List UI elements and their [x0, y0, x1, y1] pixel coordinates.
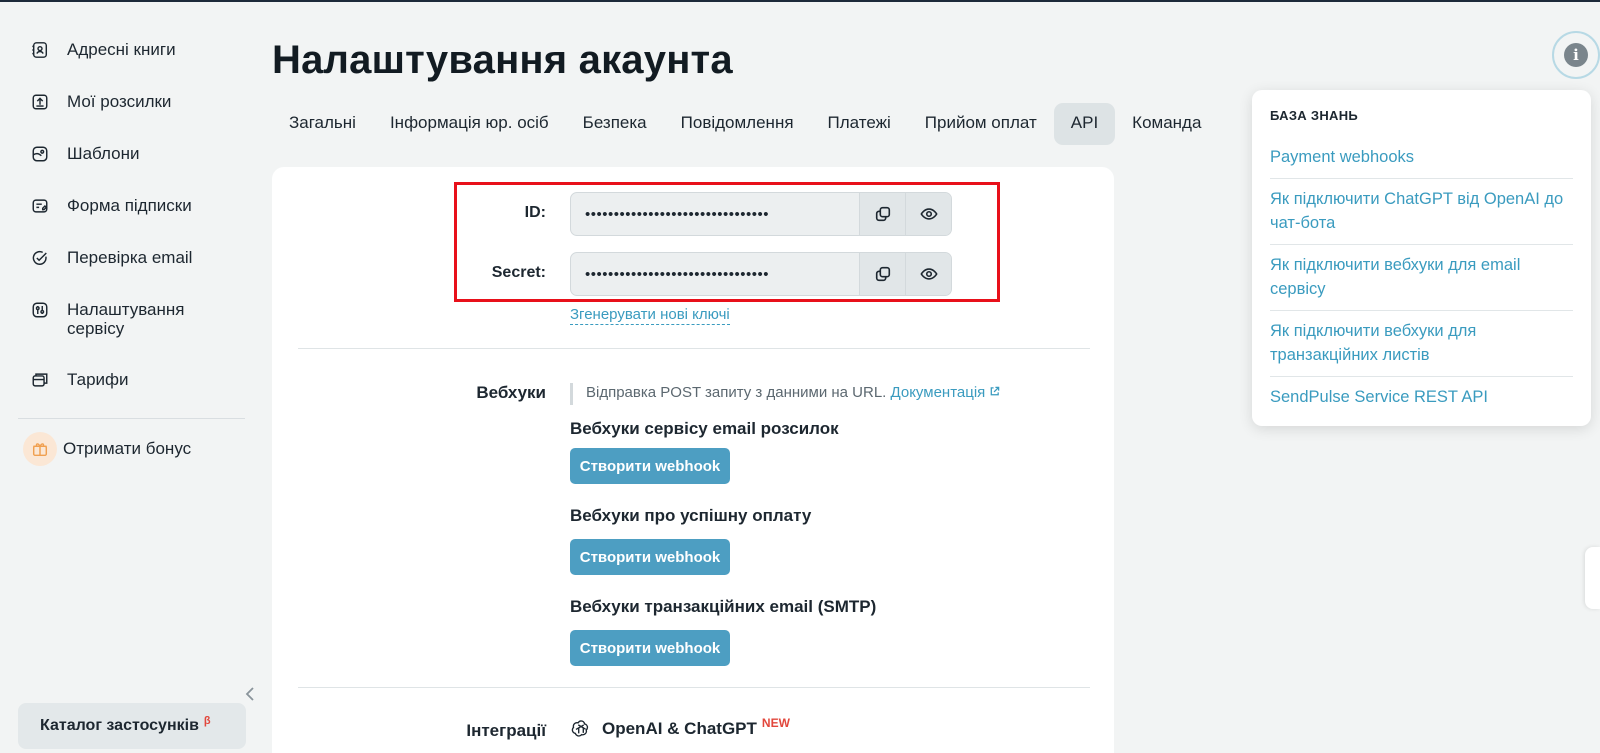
sidebar-item-label: Налаштування сервісу [67, 300, 185, 338]
integrations-section-label: Інтеграції [466, 721, 546, 740]
settings-sliders-icon [30, 300, 50, 320]
secret-label: Secret: [491, 264, 546, 281]
create-payment-webhook-button[interactable]: Створити webhook [570, 539, 730, 575]
sidebar-item-address-books[interactable]: Адресні книги [30, 40, 240, 60]
tariffs-icon [30, 370, 50, 390]
kb-link-chatgpt-chatbot[interactable]: Як підключити ChatGPT від OpenAI до чат-… [1270, 179, 1573, 245]
openai-logo-icon [571, 720, 589, 737]
copy-icon [875, 206, 890, 222]
sidebar-item-label: Перевірка email [67, 248, 193, 267]
tab-team[interactable]: Команда [1115, 103, 1218, 145]
api-secret-value[interactable]: •••••••••••••••••••••••••••••••• [571, 266, 859, 283]
sidebar-item-label: Тарифи [67, 370, 129, 389]
knowledge-base-popover: БАЗА ЗНАНЬ Payment webhooks Як підключит… [1252, 90, 1591, 426]
section-divider [298, 348, 1090, 349]
knowledge-base-title: БАЗА ЗНАНЬ [1270, 108, 1359, 123]
tab-legal-entities[interactable]: Інформація юр. осіб [373, 103, 566, 145]
kb-link-payment-webhooks[interactable]: Payment webhooks [1270, 137, 1573, 179]
new-badge: NEW [761, 716, 790, 730]
gift-icon [23, 432, 57, 466]
generate-new-keys-link[interactable]: Згенерувати нові ключі [570, 306, 730, 325]
webhooks-section-label: Вебхуки [476, 383, 546, 402]
eye-icon [919, 268, 938, 280]
sidebar-divider [18, 418, 245, 419]
documentation-link[interactable]: Документація [891, 384, 1001, 401]
eye-icon [919, 208, 938, 220]
tab-payments[interactable]: Платежі [811, 103, 908, 145]
side-panel-handle[interactable] [1585, 547, 1600, 609]
form-icon [30, 196, 50, 216]
sidebar-item-campaigns[interactable]: Мої розсилки [30, 92, 240, 112]
sidebar-item-subscription-form[interactable]: Форма підписки [30, 196, 240, 216]
sidebar-item-get-bonus[interactable]: Отримати бонус [23, 432, 240, 466]
webhooks-hint: Відправка POST запиту з данними на URL. … [570, 383, 1000, 405]
collapse-sidebar-chevron-icon[interactable] [244, 685, 258, 703]
webhooks-hint-text: Відправка POST запиту з данними на URL. [586, 384, 887, 401]
sidebar-item-label: Отримати бонус [63, 439, 192, 458]
copy-id-button[interactable] [859, 193, 905, 235]
api-id-field: •••••••••••••••••••••••••••••••• [570, 192, 952, 236]
kb-link-email-webhooks[interactable]: Як підключити вебхуки для email сервісу [1270, 245, 1573, 311]
app-catalog-label: Каталог застосунків [40, 717, 199, 734]
show-secret-button[interactable] [905, 253, 951, 295]
create-email-webhook-button[interactable]: Створити webhook [570, 448, 730, 484]
tab-accept-payments[interactable]: Прийом оплат [908, 103, 1054, 145]
info-button[interactable]: i [1552, 31, 1600, 79]
external-link-icon [991, 386, 1000, 396]
sidebar-item-label: Шаблони [67, 144, 140, 163]
kb-link-transactional-webhooks[interactable]: Як підключити вебхуки для транзакційних … [1270, 311, 1573, 377]
copy-secret-button[interactable] [859, 253, 905, 295]
api-id-value[interactable]: •••••••••••••••••••••••••••••••• [571, 206, 859, 223]
sidebar-item-templates[interactable]: Шаблони [30, 144, 240, 164]
campaigns-icon [30, 92, 50, 112]
app-catalog-button[interactable]: Каталог застосунків β [18, 703, 246, 749]
sidebar: Адресні книги Мої розсилки Шаблони Форма… [0, 2, 254, 753]
tab-api[interactable]: API [1053, 103, 1116, 145]
tab-security[interactable]: Безпека [566, 103, 664, 145]
check-circle-icon [30, 248, 50, 268]
payment-webhooks-title: Вебхуки про успішну оплату [570, 506, 812, 525]
settings-tabs: Загальні Інформація юр. осіб Безпека Пов… [272, 103, 1218, 145]
sidebar-item-service-settings[interactable]: Налаштування сервісу [30, 300, 240, 338]
tab-notifications[interactable]: Повідомлення [664, 103, 811, 145]
section-divider [298, 687, 1090, 688]
sidebar-item-label: Адресні книги [67, 40, 176, 59]
sidebar-item-tariffs[interactable]: Тарифи [30, 370, 240, 390]
sidebar-item-email-verification[interactable]: Перевірка email [30, 248, 240, 268]
api-secret-field: •••••••••••••••••••••••••••••••• [570, 252, 952, 296]
kb-link-rest-api[interactable]: SendPulse Service REST API [1270, 377, 1573, 418]
info-icon: i [1564, 43, 1588, 67]
smtp-webhooks-title: Вебхуки транзакційних email (SMTP) [570, 597, 877, 616]
integration-name: OpenAI & ChatGPT [602, 719, 757, 738]
id-label: ID: [524, 204, 546, 221]
beta-badge: β [203, 715, 211, 727]
page-title: Налаштування акаунта [272, 38, 733, 82]
address-book-icon [30, 40, 50, 60]
email-webhooks-title: Вебхуки сервісу email розсилок [570, 419, 839, 438]
sidebar-item-label: Форма підписки [67, 196, 192, 215]
show-id-button[interactable] [905, 193, 951, 235]
templates-icon [30, 144, 50, 164]
copy-icon [875, 266, 890, 282]
tab-general[interactable]: Загальні [272, 103, 373, 145]
create-smtp-webhook-button[interactable]: Створити webhook [570, 630, 730, 666]
sidebar-item-label: Мої розсилки [67, 92, 172, 111]
openai-integration[interactable]: OpenAI & ChatGPT NEW [570, 716, 790, 740]
